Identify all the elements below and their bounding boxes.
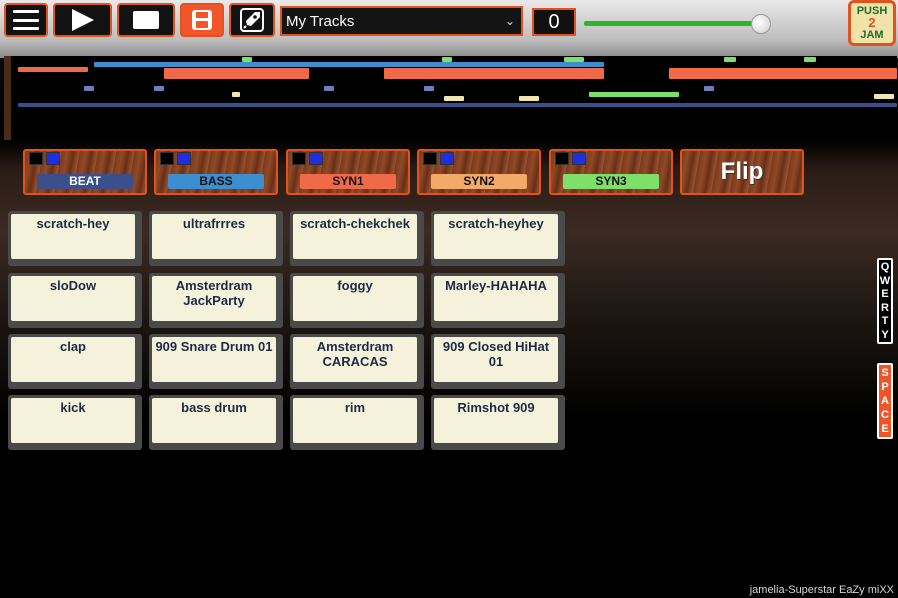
pad-label: Amsterdram CARACAS	[293, 337, 417, 382]
instrument-label: BEAT	[37, 174, 133, 189]
solo-toggle[interactable]	[309, 152, 323, 165]
mute-toggle[interactable]	[555, 152, 569, 165]
instrument-tab-beat[interactable]: BEAT	[23, 149, 147, 195]
letter: T	[881, 315, 889, 328]
instrument-label: BASS	[168, 174, 264, 189]
sequencer-timeline[interactable]	[4, 56, 897, 140]
letter: S	[881, 367, 889, 379]
volume-slider-knob[interactable]	[750, 14, 771, 34]
logo-text-jam: JAM	[860, 29, 884, 41]
letter: R	[881, 301, 889, 314]
logo-text-2: 2	[868, 15, 876, 30]
instrument-label: SYN2	[431, 174, 527, 189]
instrument-tab-bass[interactable]: BASS	[154, 149, 278, 195]
pad-label: scratch-heyhey	[434, 214, 558, 259]
pad-label: sloDow	[11, 276, 135, 321]
menu-button[interactable]	[4, 3, 48, 37]
solo-toggle[interactable]	[572, 152, 586, 165]
share-button[interactable]	[229, 3, 275, 37]
pad-label: scratch-chekchek	[293, 214, 417, 259]
qwerty-toggle-button[interactable]: QWERTY	[877, 258, 893, 344]
pad-label: ultrafrrres	[152, 214, 276, 259]
chevron-down-icon: ⌄	[504, 14, 515, 28]
pad-label: rim	[293, 398, 417, 443]
timeline-left-edge	[4, 56, 11, 140]
letter: P	[881, 381, 889, 393]
sample-pad[interactable]: ultrafrrres	[149, 211, 283, 266]
solo-toggle[interactable]	[440, 152, 454, 165]
solo-toggle[interactable]	[177, 152, 191, 165]
play-button[interactable]	[53, 3, 112, 37]
hamburger-icon	[13, 10, 39, 30]
track-select-value: My Tracks	[286, 12, 355, 30]
track-select[interactable]: My Tracks ⌄	[280, 6, 523, 36]
sample-pad[interactable]: Amsterdram CARACAS	[290, 334, 424, 389]
sample-pad[interactable]: sloDow	[8, 273, 142, 328]
sample-pad[interactable]: 909 Closed HiHat 01	[431, 334, 565, 389]
sample-pad[interactable]: kick	[8, 395, 142, 450]
pad-label: kick	[11, 398, 135, 443]
instrument-label: SYN1	[300, 174, 396, 189]
sample-pad[interactable]: foggy	[290, 273, 424, 328]
letter: E	[881, 423, 889, 435]
letter: Y	[881, 328, 889, 341]
pad-label: Amsterdram JackParty	[152, 276, 276, 321]
pad-label: Marley-HAHAHA	[434, 276, 558, 321]
sample-pad[interactable]: scratch-heyhey	[431, 211, 565, 266]
push2jam-logo[interactable]: PUSH 2 JAM	[848, 0, 896, 46]
sample-pad[interactable]: scratch-chekchek	[290, 211, 424, 266]
play-icon	[71, 9, 94, 31]
sample-pad[interactable]: Rimshot 909	[431, 395, 565, 450]
instrument-label: SYN3	[563, 174, 659, 189]
sample-pad[interactable]: 909 Snare Drum 01	[149, 334, 283, 389]
sample-pad[interactable]: clap	[8, 334, 142, 389]
flip-button[interactable]: Flip	[680, 149, 804, 195]
instrument-tab-syn3[interactable]: SYN3	[549, 149, 673, 195]
pad-label: Rimshot 909	[434, 398, 558, 443]
floppy-disk-icon	[192, 10, 212, 30]
pad-label: scratch-hey	[11, 214, 135, 259]
solo-toggle[interactable]	[46, 152, 60, 165]
instrument-tab-syn1[interactable]: SYN1	[286, 149, 410, 195]
letter: C	[881, 409, 889, 421]
stop-icon	[133, 11, 159, 29]
sample-pad[interactable]: Amsterdram JackParty	[149, 273, 283, 328]
now-playing-credit: jamelia-Superstar EaZy miXX	[749, 584, 894, 596]
volume-slider[interactable]	[584, 21, 761, 26]
sample-pad[interactable]: rim	[290, 395, 424, 450]
sample-pad[interactable]: scratch-hey	[8, 211, 142, 266]
sample-pad[interactable]: bass drum	[149, 395, 283, 450]
stop-button[interactable]	[117, 3, 175, 37]
letter: Q	[880, 261, 890, 274]
pad-label: 909 Snare Drum 01	[152, 337, 276, 382]
pad-label: clap	[11, 337, 135, 382]
instrument-tab-syn2[interactable]: SYN2	[417, 149, 541, 195]
mute-toggle[interactable]	[29, 152, 43, 165]
letter: A	[881, 395, 889, 407]
counter-display: 0	[532, 8, 576, 36]
sample-pad[interactable]: Marley-HAHAHA	[431, 273, 565, 328]
pad-label: bass drum	[152, 398, 276, 443]
mute-toggle[interactable]	[423, 152, 437, 165]
save-button[interactable]	[180, 3, 224, 37]
pad-label: 909 Closed HiHat 01	[434, 337, 558, 382]
letter: W	[879, 274, 891, 287]
space-button[interactable]: SPACE	[877, 363, 893, 439]
letter: E	[881, 288, 889, 301]
rocket-export-icon	[240, 8, 264, 32]
mute-toggle[interactable]	[292, 152, 306, 165]
mute-toggle[interactable]	[160, 152, 174, 165]
pad-label: foggy	[293, 276, 417, 321]
